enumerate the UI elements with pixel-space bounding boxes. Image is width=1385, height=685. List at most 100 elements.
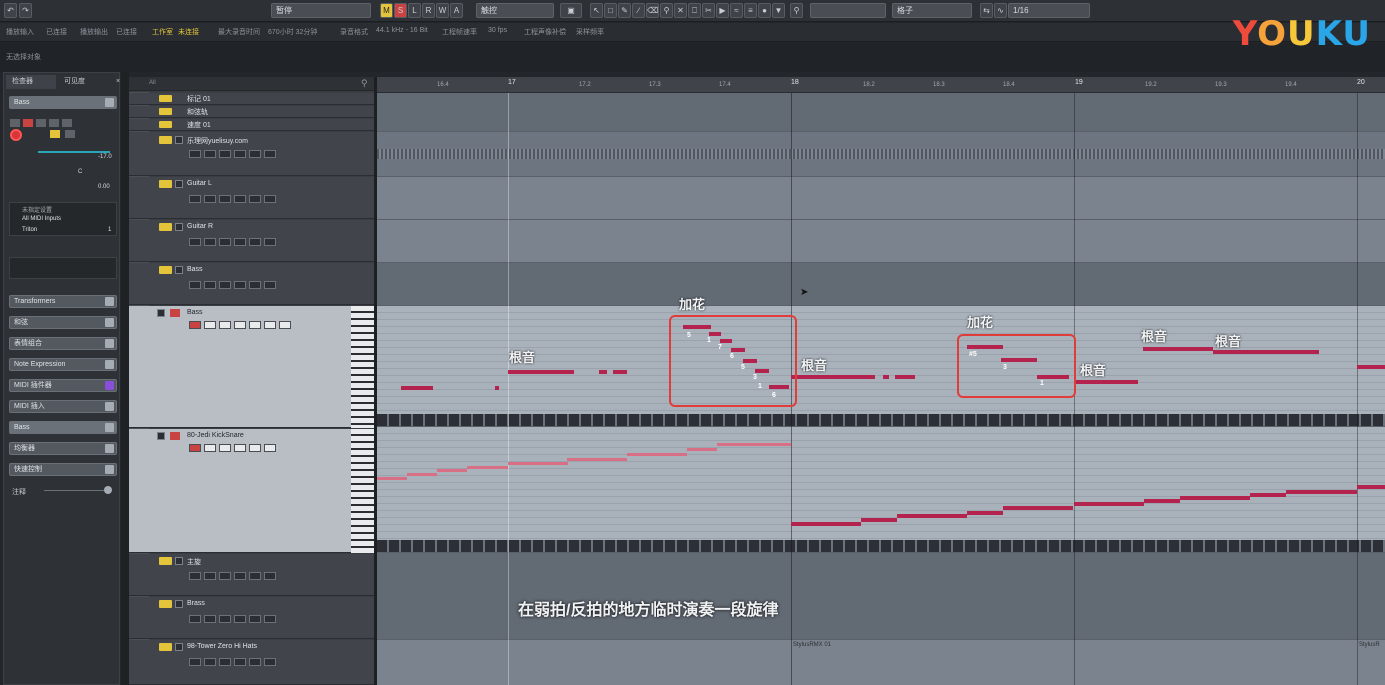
write-icon[interactable] [234,281,246,289]
record-icon[interactable] [189,238,201,246]
solo-icon[interactable] [175,266,183,274]
midi-note[interactable] [687,448,717,451]
edit-icon[interactable] [105,98,114,107]
midi-note[interactable] [1357,365,1385,369]
solo-icon[interactable] [23,119,33,127]
pointer-tool-icon[interactable]: ↖ [590,3,603,18]
midi-note[interactable] [717,443,791,446]
solo-button[interactable]: S [394,3,407,18]
zoom-tool-icon[interactable]: ⚲ [660,3,673,18]
volume-slider[interactable] [38,151,110,153]
lanes-icon[interactable] [249,238,261,246]
track-name[interactable]: 98-Tower Zero Hi Hats [187,643,257,650]
mute-icon[interactable] [159,136,172,144]
mute-icon[interactable] [159,223,172,231]
lanes-icon[interactable] [249,321,261,329]
track-bass-audio[interactable]: Bass [129,263,374,305]
midi-note[interactable] [791,375,875,379]
pan-value[interactable]: C [78,169,82,175]
mute-icon[interactable] [159,121,172,128]
record-enable-icon[interactable] [10,129,22,141]
section-channel[interactable]: Bass [9,421,117,434]
section-toggle-icon[interactable] [105,402,114,411]
midi-note[interactable] [897,514,967,518]
edit-icon[interactable] [264,150,276,158]
time-warp-icon[interactable]: ≈ [730,3,743,18]
section-toggle-icon[interactable] [105,444,114,453]
line-tool-icon[interactable]: ∕ [632,3,645,18]
edit-icon[interactable] [264,572,276,580]
solo-icon[interactable] [170,309,180,317]
channel-label[interactable]: 1 [108,227,111,233]
program-box[interactable] [9,257,117,279]
monitor-icon[interactable] [50,130,60,138]
mute-icon[interactable] [159,557,172,565]
record-icon[interactable] [189,281,201,289]
tab-inspector[interactable]: 检查器 [6,75,56,89]
track-name[interactable]: Guitar L [187,180,212,187]
midi-note[interactable] [1250,493,1286,497]
track-name[interactable]: 标记 01 [187,94,211,104]
edit-instrument-icon[interactable] [65,130,75,138]
read-button[interactable]: R [422,3,435,18]
edit-icon[interactable] [264,615,276,623]
section-midi-modifiers[interactable]: MIDI 插件器 [9,379,117,392]
tab-visibility[interactable]: 可见度 [58,75,108,89]
track-audio-reference[interactable]: 乐理网yuelisuy.com [129,132,374,176]
midi-note[interactable] [1357,485,1385,489]
track-name[interactable]: Bass [187,309,203,316]
midi-note[interactable] [1286,490,1357,494]
read-icon[interactable] [36,119,46,127]
write-icon[interactable] [234,615,246,623]
monitor-icon[interactable] [204,444,216,452]
section-toggle-icon[interactable] [105,339,114,348]
midi-note[interactable] [883,375,889,379]
search-icon[interactable]: ⚲ [361,78,368,89]
lane-audio-reference[interactable] [377,132,1385,176]
section-toggle-icon[interactable] [105,318,114,327]
bass-controller-lane[interactable] [377,414,1385,426]
lanes-icon[interactable] [249,615,261,623]
midi-note[interactable] [1074,380,1138,384]
lane-bass-audio[interactable] [377,263,1385,305]
midi-note[interactable] [377,477,407,480]
notes-slider[interactable] [44,490,106,491]
section-toggle-icon[interactable] [105,297,114,306]
erase-tool-icon[interactable]: ⌫ [646,3,659,18]
kick-controller-lane[interactable] [377,540,1385,552]
edit-icon[interactable] [264,658,276,666]
section-transformers[interactable]: Transformers [9,295,117,308]
timeline-ruler[interactable]: 16.4 17 17.2 17.3 17.4 18 18.2 18.3 18.4… [377,77,1385,93]
record-icon[interactable] [189,195,201,203]
edit-icon[interactable] [264,321,276,329]
comp-tool-icon[interactable]: ≡ [744,3,757,18]
snap-type-selector[interactable]: 格子 [892,3,972,18]
midi-note[interactable] [791,522,861,526]
record-icon[interactable] [189,321,201,329]
section-notes[interactable]: 注释 [12,487,26,497]
midi-note[interactable] [401,386,433,390]
edit-icon[interactable] [264,195,276,203]
output-label[interactable]: Triton [22,227,37,233]
inspector-track-name[interactable]: Bass [9,96,117,109]
monitor-icon[interactable] [204,321,216,329]
nudge-selector[interactable] [810,3,886,18]
write-icon[interactable] [234,150,246,158]
record-icon[interactable] [189,572,201,580]
section-toggle-icon[interactable] [105,381,114,390]
track-marker[interactable]: 标记 01 [129,93,374,105]
lane-guitar-r[interactable] [377,220,1385,262]
delay-value[interactable]: 0.00 [98,184,110,190]
lane-hi-hats[interactable] [377,640,1385,685]
back-icon[interactable]: ↶ [4,3,17,18]
lanes-icon[interactable] [249,572,261,580]
section-expression-maps[interactable]: 表情组合 [9,337,117,350]
kick-midi-editor[interactable] [377,427,1385,540]
midi-note[interactable] [508,462,568,465]
midi-note[interactable] [467,466,508,469]
section-equalizers[interactable]: 均衡器 [9,442,117,455]
input-label[interactable]: 未指定设置 [22,205,52,214]
color-picker-icon[interactable]: ▼ [772,3,785,18]
track-kick-snare[interactable]: 80-Jedi KickSnare [129,429,374,553]
monitor-icon[interactable] [204,150,216,158]
